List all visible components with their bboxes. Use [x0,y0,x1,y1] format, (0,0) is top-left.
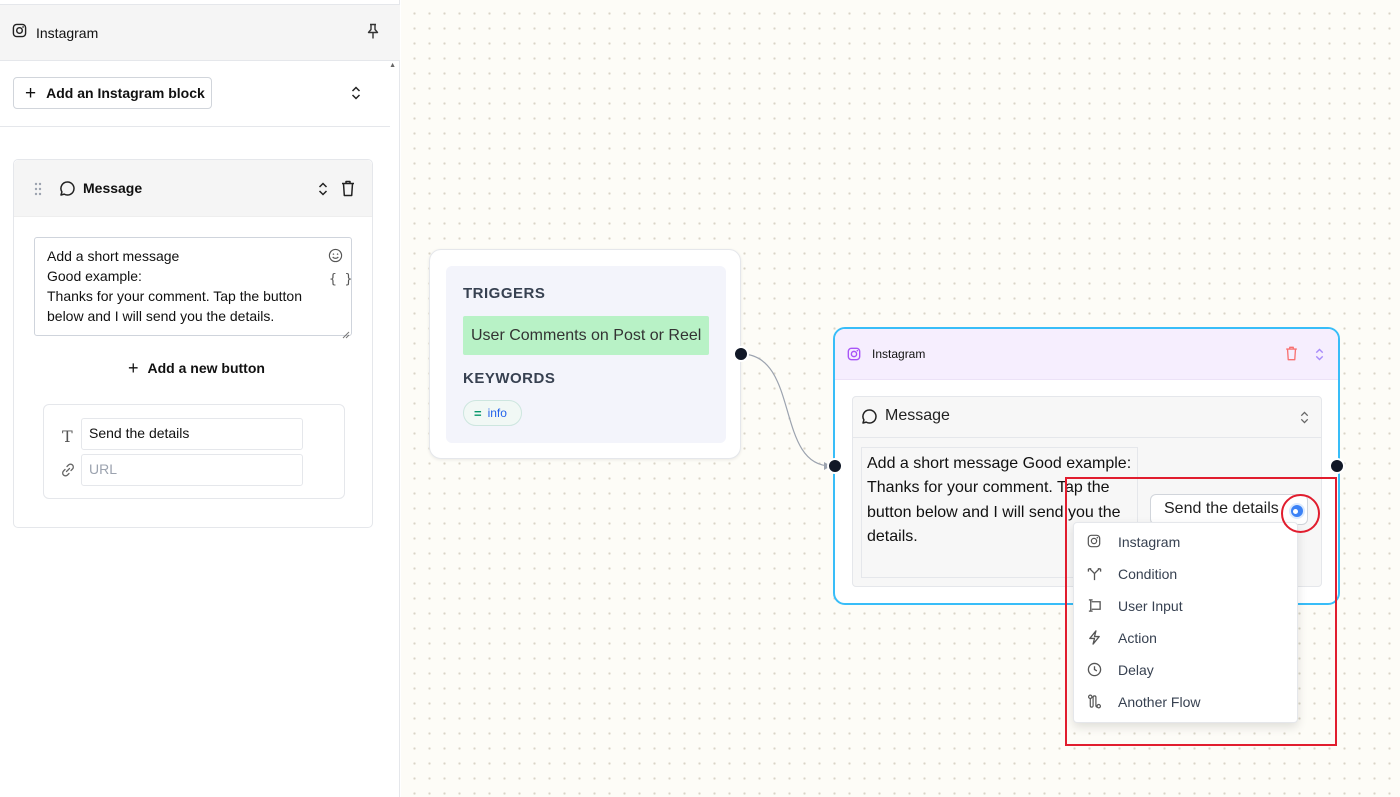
instagram-icon [847,347,861,366]
instagram-node-input-handle[interactable] [827,458,843,474]
trigger-output-handle[interactable] [733,346,749,362]
triggers-title: TRIGGERS [463,285,546,302]
node-message-header: Message [853,397,1321,438]
chevron-up-down-icon[interactable] [1299,410,1310,430]
keyword-chip[interactable]: = info [463,400,522,426]
chevron-up-down-icon[interactable] [1314,347,1325,367]
message-bubble-icon [861,408,878,430]
instagram-node-header: Instagram [835,329,1338,380]
keywords-title: KEYWORDS [463,370,556,387]
highlight-box [1065,477,1337,746]
instagram-node-title: Instagram [872,347,926,361]
keyword-label: info [487,406,507,420]
equals-icon: = [474,405,482,421]
trash-icon[interactable] [1285,346,1298,366]
instagram-node-output-handle[interactable] [1329,458,1345,474]
trigger-chip[interactable]: User Comments on Post or Reel [463,316,709,355]
node-message-label: Message [885,407,950,424]
trigger-node[interactable]: TRIGGERS User Comments on Post or Reel K… [429,249,741,459]
trigger-node-body: TRIGGERS User Comments on Post or Reel K… [446,266,726,443]
